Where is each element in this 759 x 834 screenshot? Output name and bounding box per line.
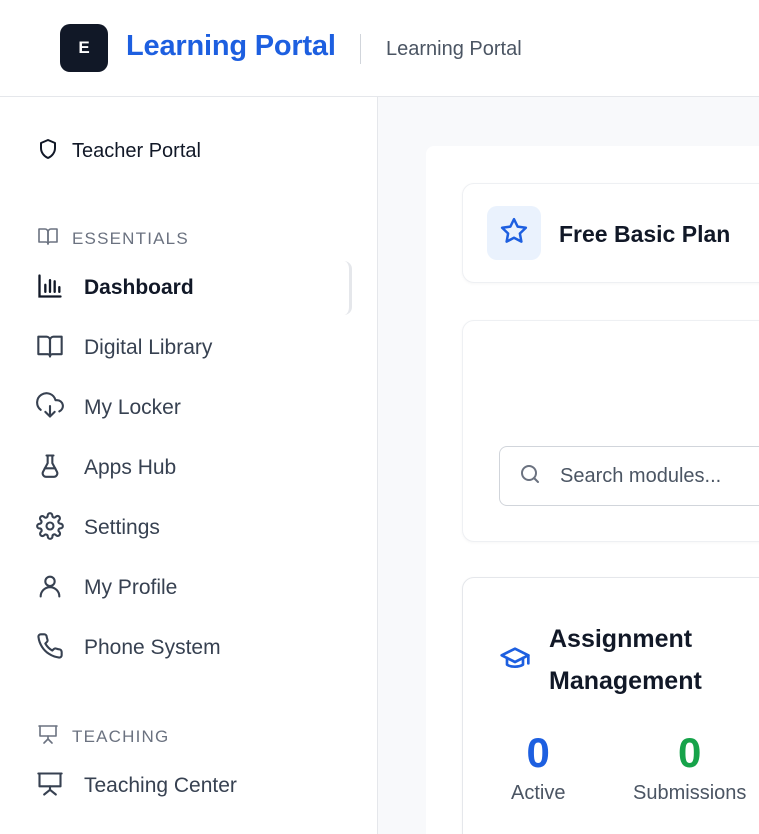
sidebar-item-label: My Locker [84, 396, 181, 419]
sidebar-item-label: Settings [84, 516, 160, 539]
search-input[interactable] [560, 464, 759, 488]
open-book-icon [36, 224, 60, 253]
phone-icon [36, 632, 64, 665]
stat-submissions-label: Submissions [633, 782, 747, 804]
sidebar-item-phone-system[interactable]: Phone System [20, 621, 352, 675]
cloud-download-icon [36, 391, 64, 425]
top-header: E Learning Portal Learning Portal [0, 0, 759, 97]
stat-submissions: 0 Submissions [633, 728, 746, 805]
search-box[interactable] [499, 446, 759, 506]
section-label-teaching: TEACHING [72, 726, 170, 746]
sidebar-item-teaching-center[interactable]: Teaching Center [20, 759, 352, 813]
sidebar-item-settings[interactable]: Settings [20, 501, 352, 555]
section-teaching: TEACHING [36, 722, 169, 751]
presentation-small-icon [36, 722, 60, 751]
star-icon [499, 216, 529, 251]
flask-icon [36, 452, 64, 485]
sidebar: Teacher Portal ESSENTIALS Dashboard Digi… [0, 97, 378, 834]
portal-label: Teacher Portal [72, 140, 201, 162]
stat-active-label: Active [511, 782, 566, 804]
gear-icon [36, 511, 64, 545]
bar-chart-icon [36, 272, 64, 305]
header-subtitle: Learning Portal [386, 38, 522, 60]
sidebar-item-my-locker[interactable]: My Locker [20, 381, 352, 435]
sidebar-item-apps-hub[interactable]: Apps Hub [20, 441, 352, 495]
graduation-cap-icon [499, 642, 531, 674]
sidebar-item-digital-library[interactable]: Digital Library [20, 321, 352, 375]
stat-submissions-value: 0 [678, 729, 702, 776]
sidebar-item-my-profile[interactable]: My Profile [20, 561, 352, 615]
sidebar-item-label: Dashboard [84, 276, 194, 299]
stat-active: 0 Active [511, 728, 565, 805]
sidebar-item-label: Digital Library [84, 336, 213, 359]
section-essentials: ESSENTIALS [36, 224, 189, 253]
section-label-essentials: ESSENTIALS [72, 228, 189, 248]
plan-card[interactable]: Free Basic Plan [462, 183, 759, 283]
header-divider [360, 34, 361, 64]
search-icon [518, 462, 542, 491]
sidebar-item-dashboard[interactable]: Dashboard [20, 261, 352, 315]
presentation-icon [36, 770, 64, 803]
portal-switcher[interactable]: Teacher Portal [36, 137, 201, 166]
search-card [462, 320, 759, 542]
sidebar-item-label: Phone System [84, 636, 221, 659]
sidebar-item-label: My Profile [84, 576, 178, 599]
shield-icon [36, 137, 60, 166]
app-logo[interactable]: E [60, 24, 108, 72]
brand-title[interactable]: Learning Portal [126, 30, 336, 63]
stat-active-value: 0 [526, 729, 550, 776]
plan-label: Free Basic Plan [559, 221, 731, 247]
sidebar-item-label: Teaching Center [84, 774, 237, 797]
plan-icon-badge [487, 206, 541, 260]
assignment-card[interactable]: Assignment Management 0 Active 0 Submiss… [462, 577, 759, 834]
user-icon [36, 572, 64, 605]
book-icon [36, 332, 64, 365]
sidebar-item-label: Apps Hub [84, 456, 177, 479]
assignment-title: Assignment Management [549, 625, 702, 695]
